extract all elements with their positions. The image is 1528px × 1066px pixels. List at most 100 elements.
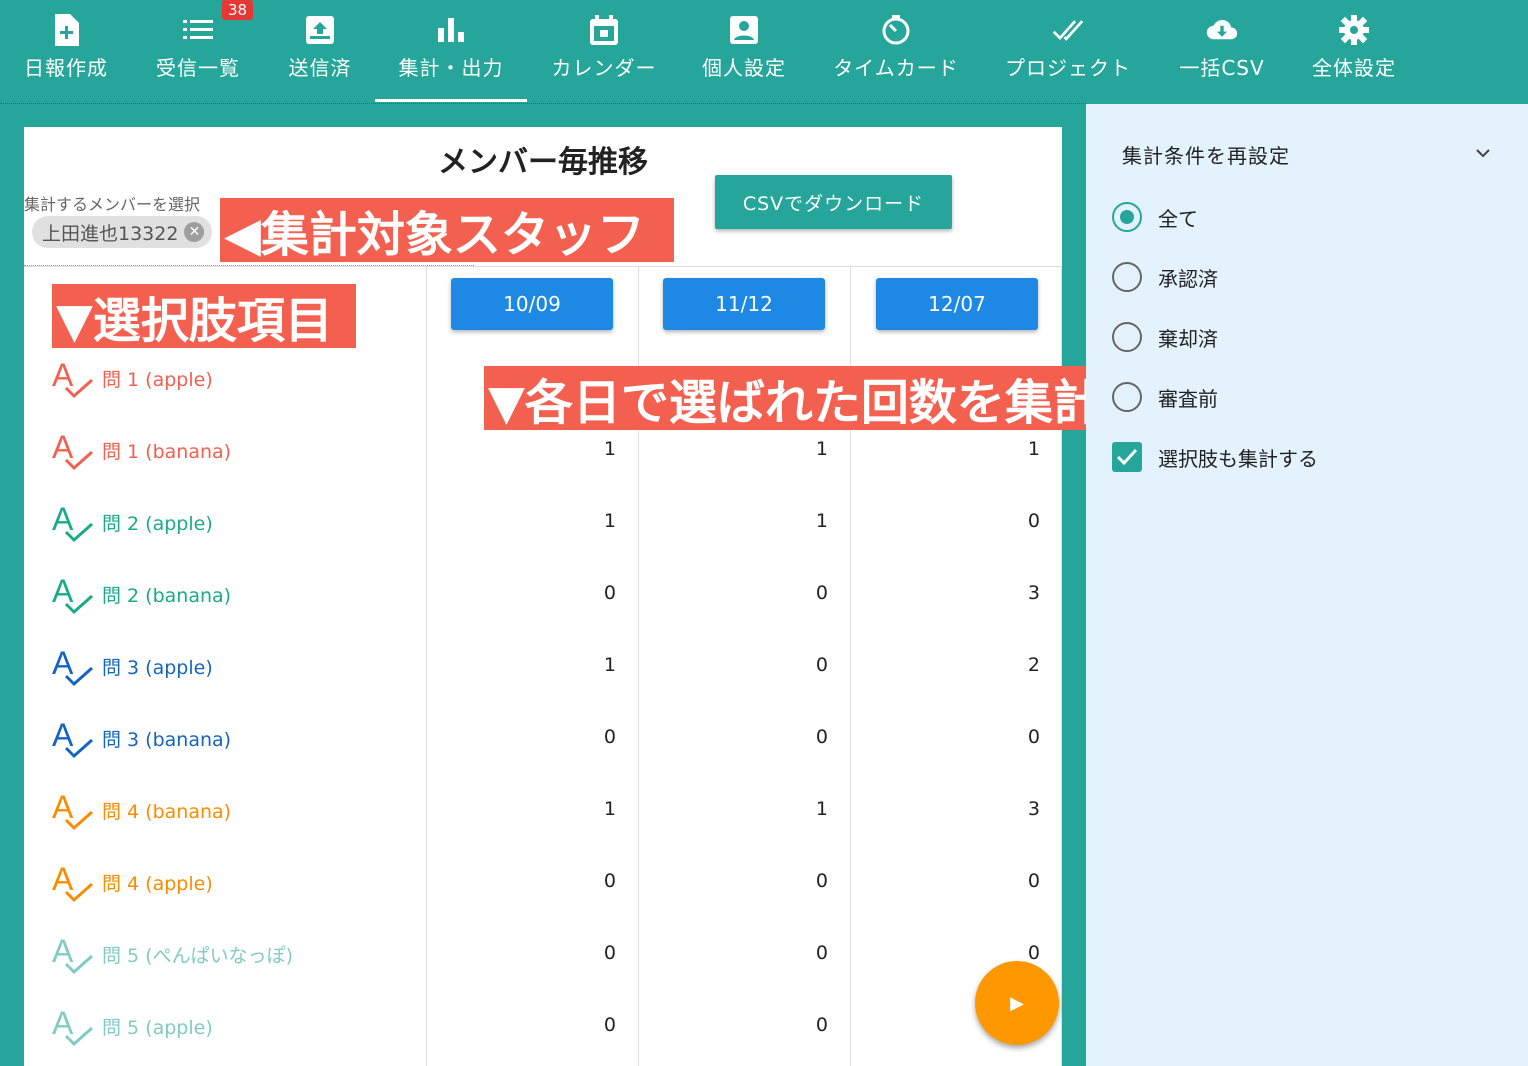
checkbox[interactable] [1112, 442, 1142, 472]
choice-label: 問 4 (apple) [102, 872, 213, 895]
nav-daily-report-create[interactable]: 日報作成 [22, 0, 110, 100]
nav-label: 全体設定 [1312, 56, 1396, 80]
radio-all[interactable]: 全て [1112, 201, 1198, 233]
count-cell: 0 [1027, 510, 1040, 532]
choice-label: 問 3 (apple) [102, 656, 213, 679]
nav-personal-settings[interactable]: 個人設定 [700, 0, 788, 100]
choice-label: 問 2 (apple) [102, 512, 213, 535]
list-icon [182, 14, 214, 46]
choice-icon: A [52, 501, 93, 543]
count-cell: 0 [815, 726, 828, 748]
svg-text:A: A [52, 861, 74, 897]
member-chip[interactable]: 上田進也13322 ✕ [32, 216, 213, 248]
nav-label: 集計・出力 [398, 56, 504, 80]
annotation-target-staff: ◀集計対象スタッフ [220, 198, 674, 263]
radio-label: 審査前 [1158, 386, 1218, 411]
choice-label: 問 1 (banana) [102, 440, 232, 463]
nav-project[interactable]: プロジェクト [1004, 0, 1132, 100]
checkmark-icon [1116, 448, 1138, 466]
nav-divider [0, 103, 1086, 104]
count-cell: 1 [603, 654, 616, 676]
chevron-down-icon[interactable] [1472, 142, 1494, 164]
nav-aggregate-output[interactable]: 集計・出力 [375, 0, 527, 102]
radio-button[interactable] [1112, 202, 1142, 232]
nav-bulk-csv[interactable]: 一括CSV [1178, 0, 1266, 100]
annotation-daily-counts: ▼各日で選ばれた回数を集計 [484, 366, 1138, 431]
radio-label: 全て [1158, 206, 1198, 231]
check-all-icon [1052, 14, 1084, 46]
count-cell: 1 [815, 798, 828, 820]
svg-text:A: A [52, 717, 74, 753]
filter-panel-title[interactable]: 集計条件を再設定 [1122, 140, 1290, 169]
count-cell: 1 [603, 798, 616, 820]
choice-icon: A [52, 1005, 93, 1047]
count-cell: 0 [815, 654, 828, 676]
svg-text:A: A [52, 789, 74, 825]
count-cell: 3 [1027, 798, 1040, 820]
svg-text:A: A [52, 573, 74, 609]
choice-row-label: A 問 2 (apple) [52, 500, 213, 544]
nav-global-settings[interactable]: 全体設定 [1310, 0, 1398, 100]
choice-icon: A [52, 429, 93, 471]
radio-label: 棄却済 [1158, 326, 1218, 351]
radio-button[interactable] [1112, 262, 1142, 292]
date-column-button[interactable]: 12/07 [876, 278, 1038, 330]
member-trend-card: メンバー毎推移 集計するメンバーを選択 上田進也13322 ✕ CSVでダウンロ… [24, 127, 1062, 1066]
next-page-button[interactable]: ▶ [975, 961, 1059, 1045]
choice-row-label: A 問 4 (banana) [52, 788, 231, 832]
nav-label: 送信済 [288, 56, 352, 80]
svg-text:A: A [52, 933, 74, 969]
gear-icon [1338, 14, 1370, 46]
aggregate-choices-checkbox[interactable]: 選択肢も集計する [1112, 441, 1318, 473]
svg-text:A: A [52, 429, 74, 465]
count-cell: 1 [1027, 438, 1040, 460]
svg-text:A: A [52, 645, 74, 681]
outbox-icon [304, 14, 336, 46]
date-column-button[interactable]: 11/12 [663, 278, 825, 330]
count-cell: 0 [1027, 870, 1040, 892]
nav-label: 一括CSV [1179, 56, 1265, 80]
radio-button[interactable] [1112, 382, 1142, 412]
top-navigation: 日報作成 受信一覧 38 送信済 集計・出力 カレンダー 個人設定 タイムカード… [0, 0, 1528, 104]
nav-timecard[interactable]: タイムカード [832, 0, 960, 100]
radio-approved[interactable]: 承認済 [1112, 261, 1218, 293]
csv-download-button[interactable]: CSVでダウンロード [715, 175, 952, 229]
chip-remove-icon[interactable]: ✕ [184, 222, 205, 242]
date-column-button[interactable]: 10/09 [451, 278, 613, 330]
choice-label: 問 4 (banana) [102, 800, 232, 823]
nav-label: プロジェクト [1005, 56, 1131, 80]
radio-button[interactable] [1112, 322, 1142, 352]
count-cell: 0 [603, 1014, 616, 1036]
count-cell: 0 [603, 726, 616, 748]
choice-label: 問 5 (ぺんぱいなっぽ) [102, 944, 293, 967]
nav-label: カレンダー [551, 56, 657, 80]
choice-row-label: A 問 4 (apple) [52, 860, 213, 904]
nav-sent[interactable]: 送信済 [286, 0, 354, 100]
unread-badge: 38 [222, 0, 254, 20]
choice-label: 問 3 (banana) [102, 728, 232, 751]
play-arrow-icon: ▶ [1010, 992, 1024, 1014]
count-cell: 3 [1027, 582, 1040, 604]
choice-label: 問 5 (apple) [102, 1016, 213, 1039]
account-box-icon [728, 14, 760, 46]
radio-rejected[interactable]: 棄却済 [1112, 321, 1218, 353]
choice-icon: A [52, 717, 93, 759]
choice-label: 問 1 (apple) [102, 368, 213, 391]
radio-pending[interactable]: 審査前 [1112, 381, 1218, 413]
svg-text:A: A [52, 357, 74, 393]
count-cell: 1 [603, 510, 616, 532]
choice-icon: A [52, 933, 93, 975]
choice-row-label: A 問 3 (apple) [52, 644, 213, 688]
bar-chart-icon [435, 14, 467, 46]
cloud-download-icon [1206, 14, 1238, 46]
calendar-icon [588, 14, 620, 46]
annotation-choice-items: ▼選択肢項目 [52, 284, 356, 349]
count-cell: 0 [815, 1014, 828, 1036]
count-cell: 0 [815, 870, 828, 892]
svg-text:A: A [52, 501, 74, 537]
table-top-border [24, 266, 1062, 267]
nav-calendar[interactable]: カレンダー [552, 0, 656, 100]
choice-label: 問 2 (banana) [102, 584, 232, 607]
count-cell: 0 [603, 942, 616, 964]
count-cell: 1 [603, 438, 616, 460]
